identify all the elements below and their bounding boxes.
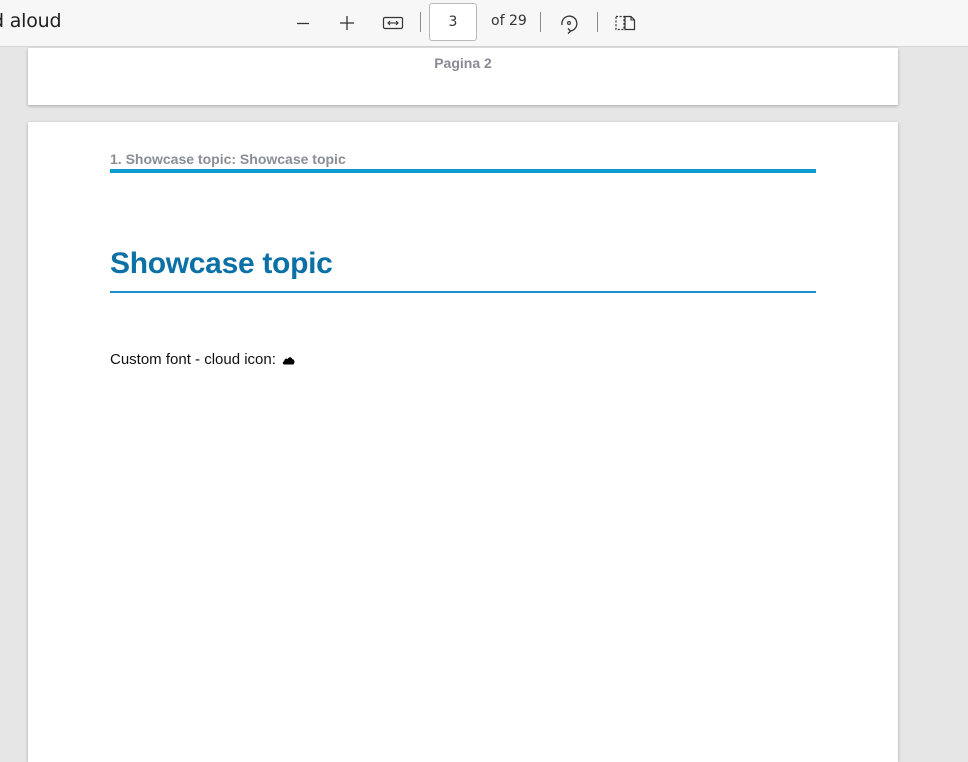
pdf-page-previous: Pagina 2 — [28, 48, 898, 105]
toolbar-divider — [420, 12, 421, 32]
toolbar-divider — [597, 12, 598, 32]
plus-icon — [340, 16, 354, 30]
body-paragraph: Custom font - cloud icon: — [110, 351, 295, 368]
minus-icon — [297, 22, 309, 25]
read-aloud-button[interactable]: d aloud — [0, 10, 62, 32]
fit-width-icon — [382, 16, 404, 30]
zoom-in-button[interactable] — [332, 8, 362, 38]
rotate-button[interactable] — [554, 8, 584, 38]
cloud-icon — [282, 356, 295, 365]
topic-title: Showcase topic — [110, 247, 333, 280]
zoom-out-button[interactable] — [288, 8, 318, 38]
fit-to-width-button[interactable] — [378, 8, 408, 38]
page-count-label: of 29 — [491, 13, 527, 29]
body-text: Custom font - cloud icon: — [110, 351, 276, 368]
two-page-view-icon — [615, 15, 636, 31]
page-footer-label: Pagina 2 — [434, 55, 492, 71]
header-rule — [110, 169, 816, 173]
page-number-input[interactable]: 3 — [429, 3, 477, 41]
pdf-toolbar: d aloud 3 of 29 — [0, 0, 968, 47]
running-header: 1. Showcase topic: Showcase topic — [110, 151, 346, 167]
rotate-icon — [561, 15, 578, 34]
pdf-page-current: 1. Showcase topic: Showcase topic Showca… — [28, 122, 898, 762]
page-view-button[interactable] — [610, 8, 640, 38]
title-rule — [110, 291, 816, 293]
toolbar-divider — [540, 12, 541, 32]
